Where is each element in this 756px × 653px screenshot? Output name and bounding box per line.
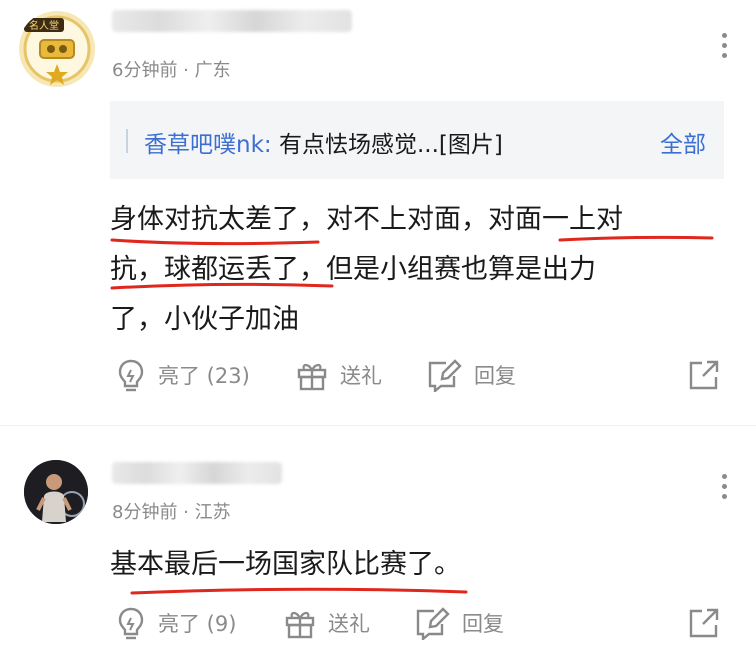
comment-line: 抗，球都运丢了，但是小组赛也算是出力 (110, 254, 596, 285)
comment-body: 身体对抗太差了，对不上对面，对面一上对 抗，球都运丢了，但是小组赛也算是出力 了… (110, 195, 710, 345)
reply-label: 回复 (474, 364, 516, 388)
reply-button[interactable]: 回复 (414, 603, 504, 643)
comment-line: 身体对抗太差了，对不上对面，对面一上对 (110, 204, 623, 235)
comment-line: 基本最后一场国家队比赛了。 (110, 549, 461, 580)
like-count: 亮了 (9) (158, 612, 237, 636)
more-icon[interactable] (722, 33, 728, 63)
comment-divider (0, 425, 756, 441)
share-icon (689, 360, 719, 390)
like-button[interactable]: 亮了 (23) (116, 355, 250, 395)
more-icon[interactable] (722, 474, 728, 504)
quote-author[interactable]: 香草吧噗nk: (144, 132, 272, 158)
reply-label: 回复 (462, 612, 504, 636)
reply-button[interactable]: 回复 (426, 355, 516, 395)
comment-line: 了，小伙子加油 (110, 304, 299, 335)
gift-label: 送礼 (340, 364, 382, 388)
like-count: 亮了 (23) (158, 364, 250, 388)
share-icon (689, 608, 719, 638)
comment-item: 8分钟前 · 江苏 基本最后一场国家队比赛了。 亮了 (9) 送礼 回复 (0, 440, 756, 653)
comment-actions: 亮了 (23) 送礼 回复 (0, 355, 756, 395)
username-obscured[interactable] (112, 10, 352, 32)
gift-button[interactable]: 送礼 (284, 603, 370, 643)
comment-item: 名人堂 6分钟前 · 广东 香草吧噗nk: 有点怯场感觉...[图片] 全部 身… (0, 0, 756, 425)
bulb-icon (118, 359, 144, 392)
quoted-reply[interactable]: 香草吧噗nk: 有点怯场感觉...[图片] 全部 (110, 101, 724, 179)
quote-content: 有点怯场感觉...[图片] (271, 132, 503, 158)
gift-button[interactable]: 送礼 (296, 355, 382, 395)
comment-meta: 6分钟前 · 广东 (112, 60, 231, 81)
quote-text: 香草吧噗nk: 有点怯场感觉...[图片] (144, 125, 503, 159)
quote-bar (126, 129, 128, 153)
like-button[interactable]: 亮了 (9) (116, 603, 236, 643)
gift-icon (297, 363, 327, 391)
comment-body: 基本最后一场国家队比赛了。 (110, 540, 710, 590)
edit-reply-icon (428, 359, 462, 392)
user-photo-avatar-icon (24, 460, 88, 524)
comment-meta: 8分钟前 · 江苏 (112, 502, 231, 523)
username-obscured[interactable] (112, 462, 282, 484)
gift-label: 送礼 (328, 612, 370, 636)
view-all-link[interactable]: 全部 (660, 125, 706, 159)
share-button[interactable] (688, 355, 732, 395)
avatar[interactable]: 名人堂 (18, 10, 96, 88)
badge-text: 名人堂 (29, 19, 59, 32)
comment-actions: 亮了 (9) 送礼 回复 (0, 603, 756, 643)
avatar[interactable] (24, 460, 88, 524)
gift-icon (285, 611, 315, 639)
hall-of-fame-avatar-icon: 名人堂 (19, 11, 95, 87)
bulb-icon (118, 607, 144, 640)
share-button[interactable] (688, 603, 732, 643)
edit-reply-icon (416, 607, 450, 640)
